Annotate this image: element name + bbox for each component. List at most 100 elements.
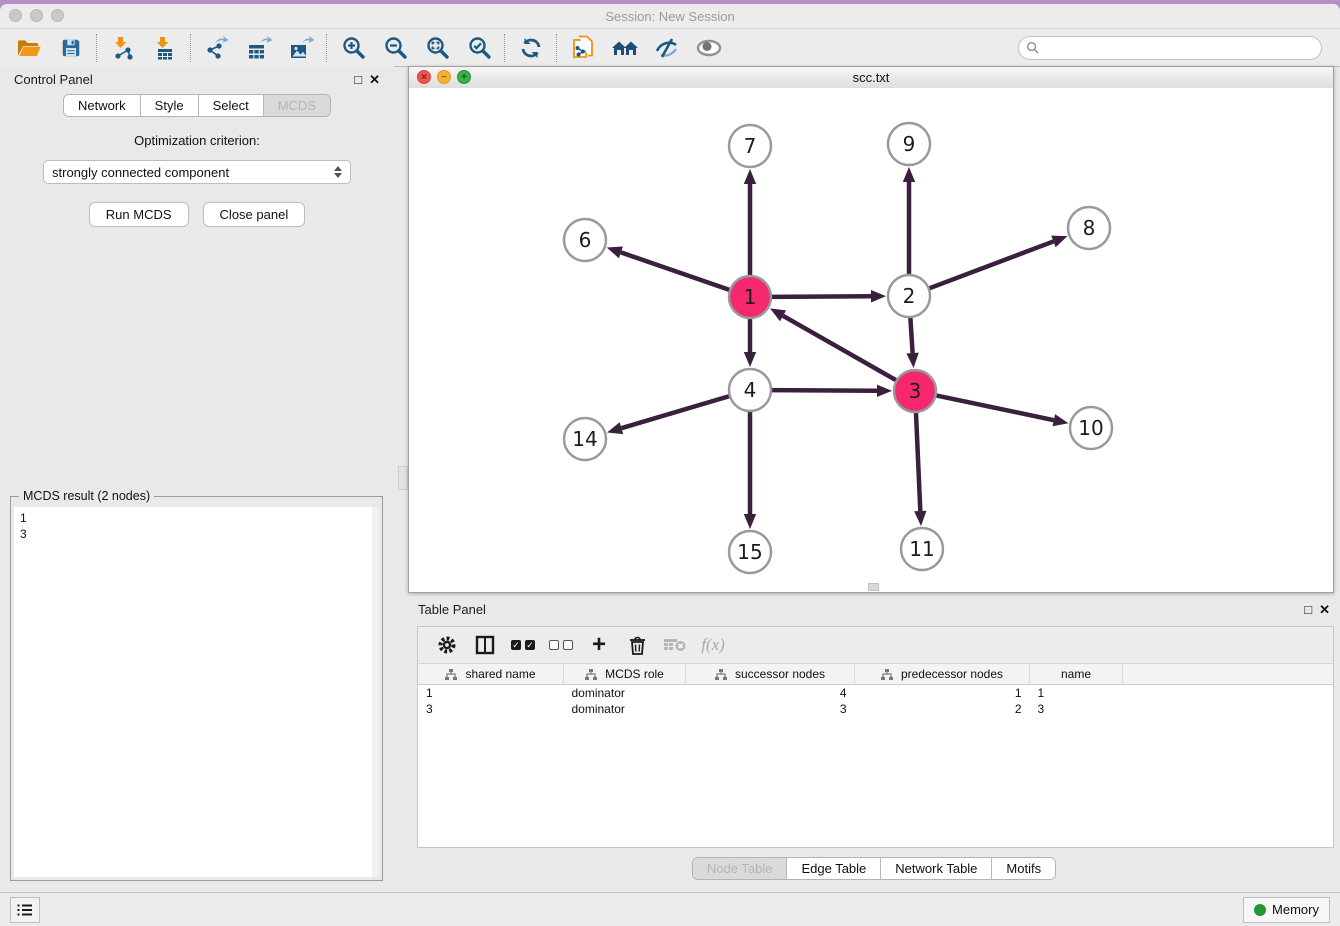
memory-label: Memory: [1272, 902, 1319, 917]
float-table-panel-icon[interactable]: □: [1304, 603, 1312, 616]
hide-graphics-button[interactable]: [646, 32, 688, 64]
delete-column-button[interactable]: [618, 630, 656, 660]
table-settings-button[interactable]: [428, 630, 466, 660]
graph-edge[interactable]: [621, 252, 730, 290]
column-label: successor nodes: [735, 667, 825, 681]
graph-edge[interactable]: [621, 396, 729, 428]
export-table-button[interactable]: [238, 32, 280, 64]
table-cell[interactable]: dominator: [564, 685, 686, 702]
close-panel-button[interactable]: Close panel: [203, 202, 306, 227]
graph-node-label: 6: [579, 228, 592, 252]
delete-table-button[interactable]: [656, 630, 694, 660]
table-cell[interactable]: 2: [855, 701, 1030, 717]
import-network-button[interactable]: [102, 32, 144, 64]
table-panel: Table Panel □ ✕ ✓✓ +: [408, 596, 1340, 888]
splitter-handle[interactable]: [398, 466, 408, 490]
result-scrollbar[interactable]: [372, 507, 379, 877]
search-input[interactable]: [1044, 40, 1314, 56]
apply-layout-button[interactable]: [510, 32, 552, 64]
unselect-all-columns-button[interactable]: [542, 630, 580, 660]
split-columns-button[interactable]: [466, 630, 504, 660]
table-cell[interactable]: 1: [855, 685, 1030, 702]
table-cell[interactable]: 3: [418, 701, 564, 717]
save-icon: [60, 37, 82, 59]
graph-edge[interactable]: [771, 296, 871, 297]
memory-button[interactable]: Memory: [1243, 897, 1330, 923]
task-history-button[interactable]: [10, 897, 40, 923]
zoom-fit-button[interactable]: [416, 32, 458, 64]
zoom-in-button[interactable]: [332, 32, 374, 64]
table-cell[interactable]: 1: [1030, 685, 1123, 702]
table-cell[interactable]: dominator: [564, 701, 686, 717]
trash-icon: [628, 635, 647, 655]
close-network-button[interactable]: ×: [417, 70, 431, 84]
tab-network[interactable]: Network: [64, 95, 141, 116]
graph-edge[interactable]: [929, 241, 1054, 288]
network-canvas[interactable]: 7968124314101511: [409, 88, 1333, 592]
tab-mcds[interactable]: MCDS: [264, 95, 330, 116]
tab-select[interactable]: Select: [199, 95, 264, 116]
column-header-successor-nodes[interactable]: successor nodes: [686, 664, 855, 685]
tab-motifs[interactable]: Motifs: [992, 858, 1055, 879]
select-all-columns-button[interactable]: ✓✓: [504, 630, 542, 660]
show-graphics-button[interactable]: [688, 32, 730, 64]
unchecked-boxes-icon: [549, 640, 573, 650]
minimize-network-button[interactable]: −: [437, 70, 451, 84]
graph-node-label: 11: [909, 537, 934, 561]
panel-splitter[interactable]: [396, 66, 408, 888]
zoom-selected-button[interactable]: [458, 32, 500, 64]
table-cell[interactable]: 3: [686, 701, 855, 717]
table-cell[interactable]: 3: [1030, 701, 1123, 717]
graph-node-label: 8: [1083, 216, 1096, 240]
add-column-button[interactable]: +: [580, 630, 618, 660]
close-panel-icon[interactable]: ✕: [369, 73, 380, 86]
float-panel-icon[interactable]: □: [354, 73, 362, 86]
graph-edge[interactable]: [916, 412, 920, 511]
table-row[interactable]: 1dominator411: [418, 685, 1333, 702]
maximize-window-button[interactable]: [51, 9, 64, 22]
mcds-result-title: MCDS result (2 nodes): [19, 489, 154, 503]
close-table-panel-icon[interactable]: ✕: [1319, 603, 1330, 616]
search-field[interactable]: [1018, 36, 1322, 60]
network-graph[interactable]: 7968124314101511: [409, 88, 1333, 592]
column-header-name[interactable]: name: [1030, 664, 1123, 685]
control-panel-title: Control Panel: [14, 72, 93, 87]
graph-edge[interactable]: [910, 317, 912, 353]
export-network-button[interactable]: [196, 32, 238, 64]
column-header-shared-name[interactable]: shared name: [418, 664, 564, 685]
criterion-dropdown[interactable]: strongly connected component: [43, 160, 351, 184]
refresh-icon: [519, 36, 543, 60]
open-session-button[interactable]: [8, 32, 50, 64]
tab-node-table[interactable]: Node Table: [693, 858, 788, 879]
tab-style[interactable]: Style: [141, 95, 199, 116]
graph-edge[interactable]: [783, 316, 897, 381]
show-all-networks-button[interactable]: [604, 32, 646, 64]
zoom-out-button[interactable]: [374, 32, 416, 64]
column-label: name: [1061, 667, 1091, 681]
maximize-network-button[interactable]: +: [457, 70, 471, 84]
save-session-button[interactable]: [50, 32, 92, 64]
table-cell[interactable]: 1: [418, 685, 564, 702]
close-window-button[interactable]: [9, 9, 22, 22]
tab-edge-table[interactable]: Edge Table: [787, 858, 881, 879]
graph-edge[interactable]: [936, 395, 1054, 420]
export-image-button[interactable]: [280, 32, 322, 64]
network-window-titlebar[interactable]: × − + scc.txt: [409, 67, 1333, 89]
graph-edge-arrowhead: [914, 511, 926, 526]
mcds-result-text[interactable]: 1 3: [14, 507, 379, 877]
minimize-window-button[interactable]: [30, 9, 43, 22]
tab-network-table[interactable]: Network Table: [881, 858, 992, 879]
duplicate-network-button[interactable]: [562, 32, 604, 64]
network-window-grip[interactable]: [868, 583, 879, 591]
column-header-MCDS-role[interactable]: MCDS role: [564, 664, 686, 685]
graph-edge-arrowhead: [903, 167, 915, 182]
table-row[interactable]: 3dominator323: [418, 701, 1333, 717]
run-mcds-button[interactable]: Run MCDS: [89, 202, 189, 227]
import-table-button[interactable]: [144, 32, 186, 64]
graph-edge-arrowhead: [744, 169, 756, 184]
node-table[interactable]: shared nameMCDS role successor nodes prede…: [418, 664, 1333, 717]
function-builder-button[interactable]: f(x): [694, 630, 732, 660]
graph-edge[interactable]: [771, 390, 877, 391]
table-cell[interactable]: 4: [686, 685, 855, 702]
column-header-predecessor-nodes[interactable]: predecessor nodes: [855, 664, 1030, 685]
